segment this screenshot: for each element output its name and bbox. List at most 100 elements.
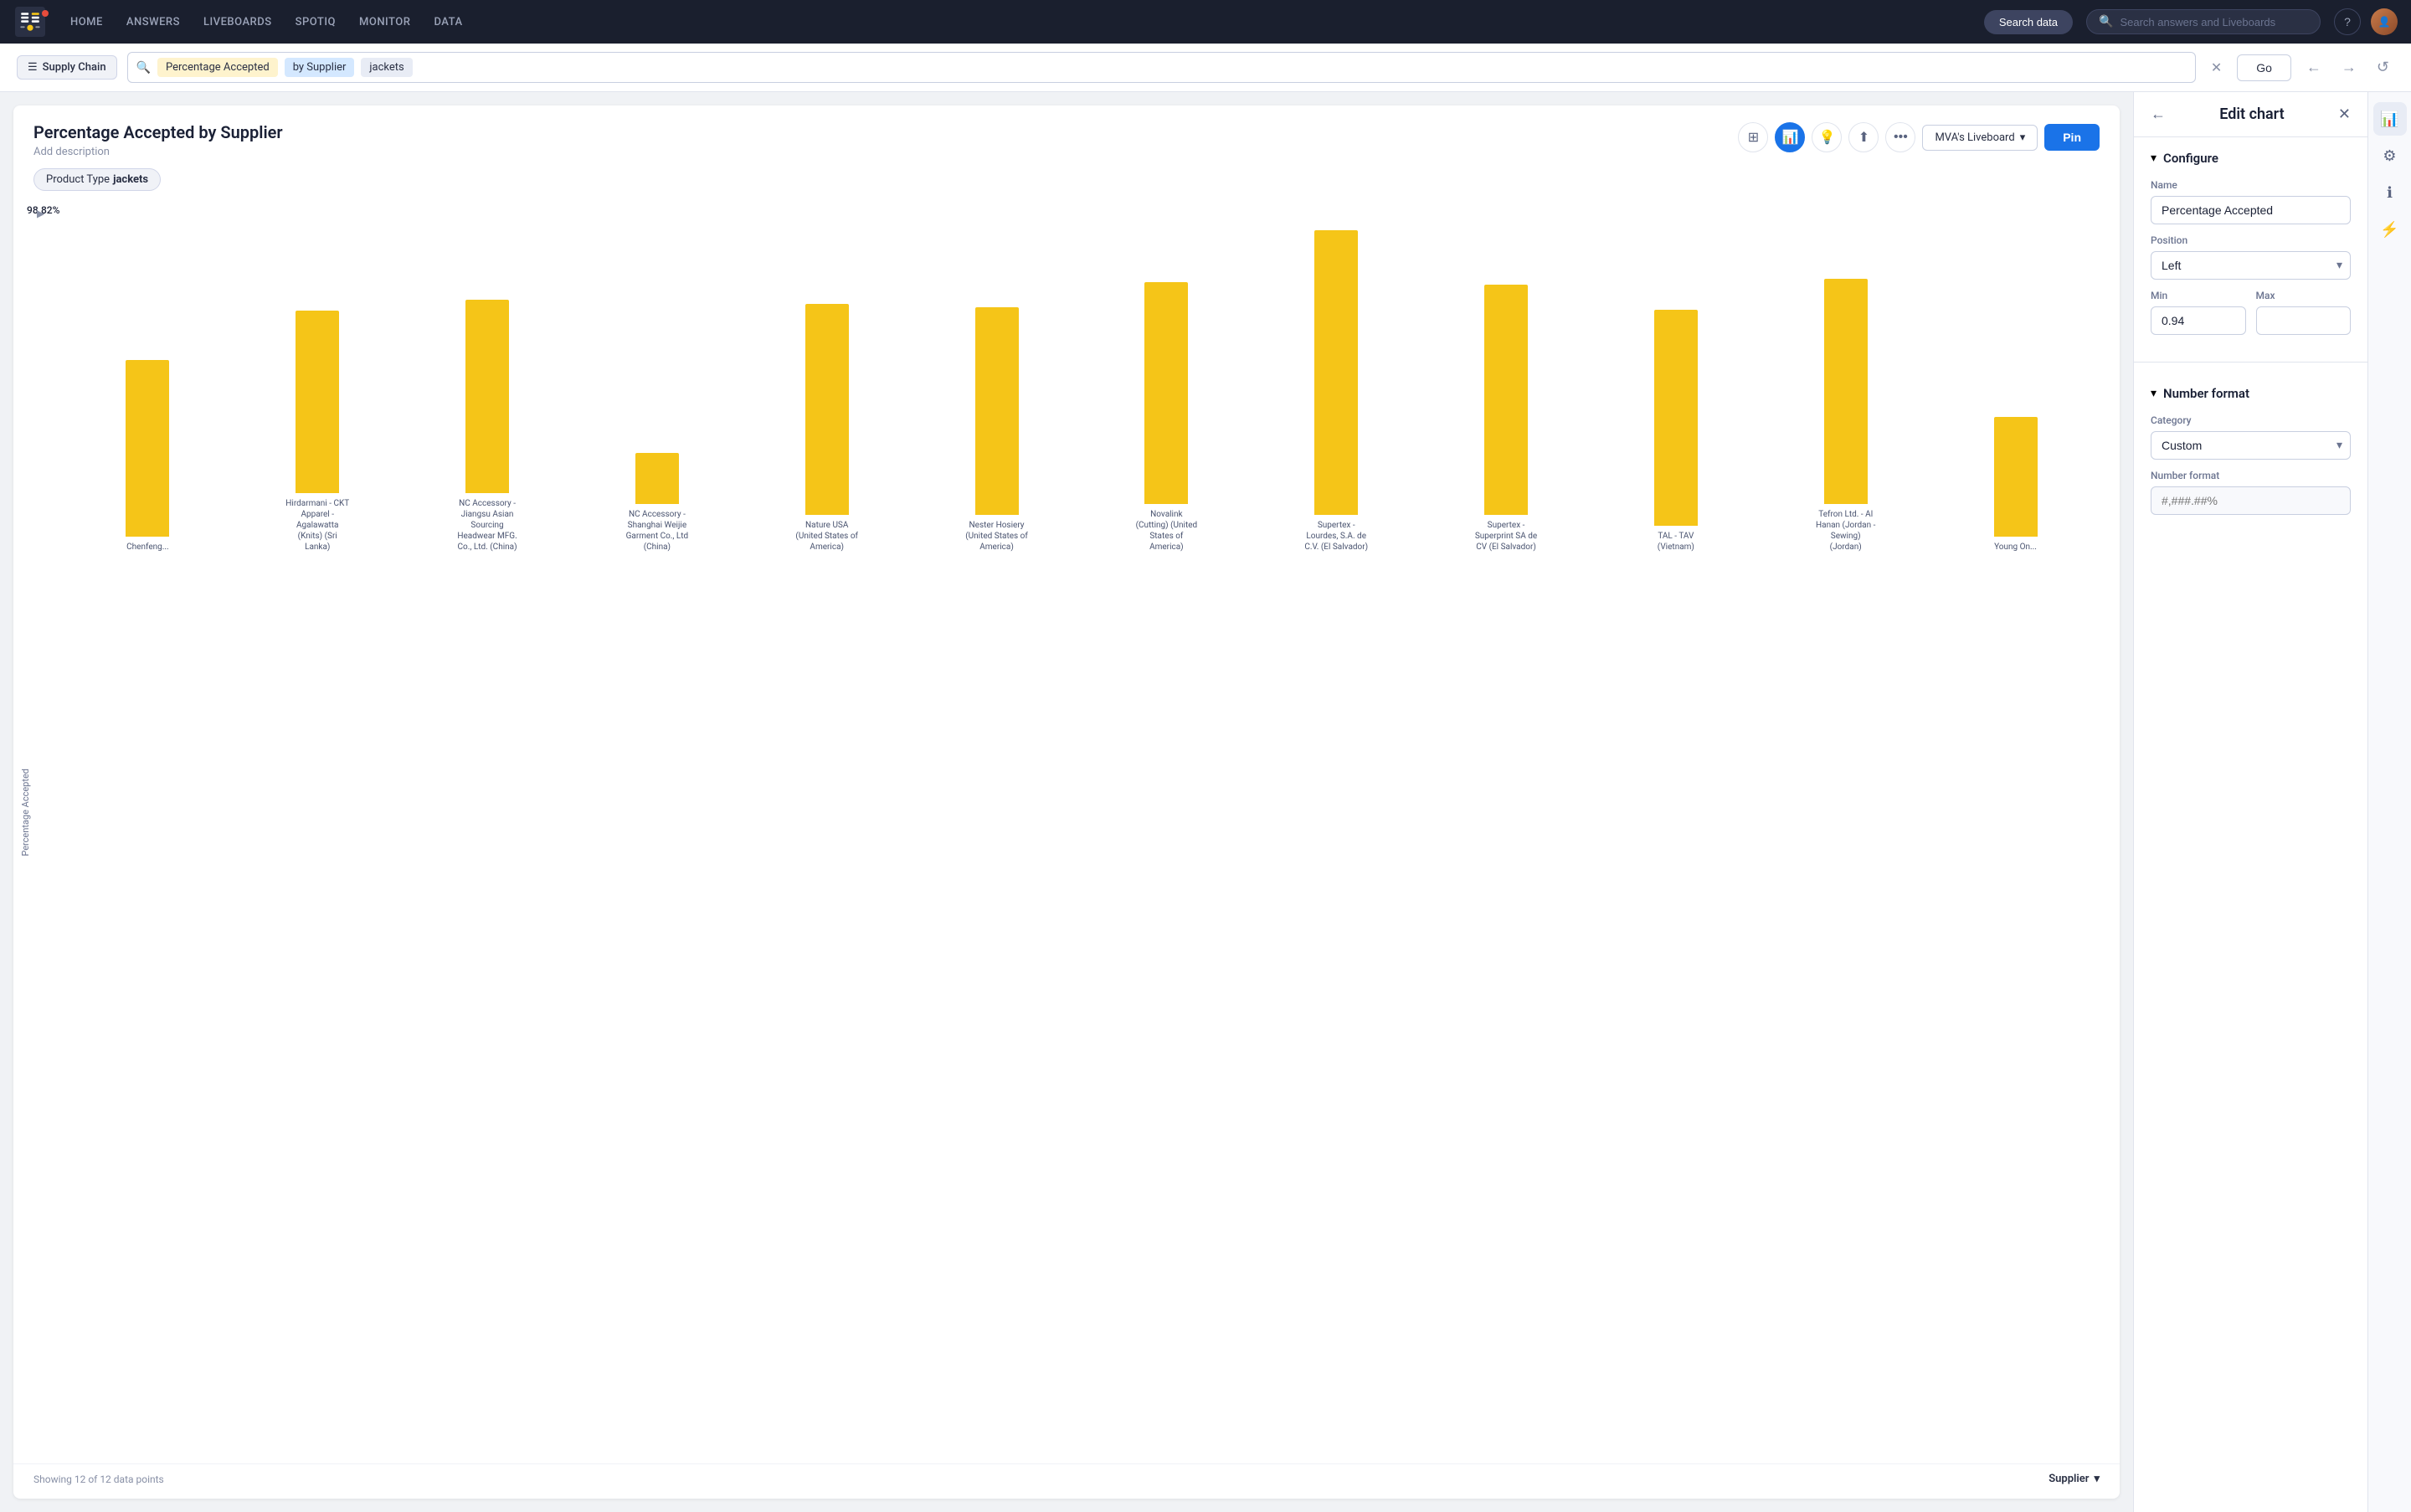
bar-group: Nature USA (United States of America) (743, 218, 911, 553)
table-view-button[interactable]: ⊞ (1738, 122, 1768, 152)
logo-wrapper (13, 5, 54, 39)
panel-title: Edit chart (2219, 105, 2284, 123)
nav-liveboards[interactable]: LIVEBOARDS (193, 11, 282, 33)
nav-data[interactable]: DATA (424, 11, 472, 33)
right-sidebar: 📊 ⚙ ℹ ⚡ (2367, 92, 2411, 1512)
filter-row: Product Type jackets (13, 168, 2120, 201)
configure-section-header[interactable]: ▾ Configure (2134, 137, 2367, 172)
configure-label: Configure (2163, 151, 2218, 166)
filter-tag[interactable]: Product Type jackets (33, 168, 161, 191)
bar-label: Tefron Ltd. - Al Hanan (Jordan - Sewing)… (1814, 509, 1878, 553)
bar[interactable] (805, 304, 849, 515)
topnav-icons: ? 👤 (2334, 8, 2398, 35)
bar-label: Nester Hosiery (United States of America… (965, 520, 1029, 553)
bar-label: NC Accessory - Jiangsu Asian Sourcing He… (455, 498, 519, 553)
chart-config-icon-button[interactable]: 📊 (2373, 102, 2407, 136)
search-pill-jackets[interactable]: jackets (361, 58, 412, 77)
more-options-button[interactable]: ••• (1885, 122, 1915, 152)
chevron-down-icon: ▾ (2020, 131, 2026, 144)
bar[interactable] (1144, 282, 1188, 504)
panel-close-button[interactable]: ✕ (2338, 105, 2351, 123)
chart-container: 98.82% Percentage Accepted ▶ Chenfeng...… (13, 201, 2120, 1457)
number-format-input[interactable] (2151, 486, 2351, 515)
bars-wrapper: Chenfeng... Hirdarmani - CKT Apparel - Ag… (64, 218, 2100, 553)
bar-group: Supertex - Superprint SA de CV (El Salva… (1422, 218, 1591, 553)
y-axis-label: Percentage Accepted (20, 769, 31, 856)
forward-arrow-button[interactable]: → (2336, 55, 2362, 80)
max-col: Max (2256, 290, 2352, 335)
name-input[interactable] (2151, 196, 2351, 224)
bar[interactable] (126, 360, 169, 537)
liveboard-dropdown[interactable]: MVA's Liveboard ▾ (1922, 125, 2038, 151)
chart-footer: Showing 12 of 12 data points Supplier ▾ (13, 1463, 2120, 1499)
bar[interactable] (1654, 310, 1698, 526)
min-label: Min (2151, 290, 2246, 301)
chart-description[interactable]: Add description (33, 146, 283, 158)
max-label: Max (2256, 290, 2352, 301)
refresh-button[interactable]: ↺ (2372, 55, 2394, 80)
nav-home[interactable]: HOME (60, 11, 113, 33)
pin-button[interactable]: Pin (2044, 124, 2100, 151)
number-format-label: Number format (2163, 386, 2249, 401)
number-format-section-header[interactable]: ▾ Number format (2134, 373, 2367, 408)
panel-back-button[interactable]: ← (2151, 105, 2166, 123)
bar[interactable] (975, 307, 1019, 515)
datasource-label: Supply Chain (43, 61, 106, 74)
app-logo[interactable] (13, 5, 47, 39)
bar-label: Chenfeng... (126, 542, 169, 553)
search-data-button[interactable]: Search data (1984, 10, 2073, 34)
bar-group: Hirdarmani - CKT Apparel - Agalawatta (K… (234, 218, 402, 553)
share-button[interactable]: ⬆ (1848, 122, 1879, 152)
filter-prefix: Product Type (46, 173, 110, 186)
category-select[interactable]: Auto Custom Number Percentage Currency (2151, 431, 2351, 460)
list-icon: ☰ (28, 61, 38, 74)
bar-group: Supertex - Lourdes, S.A. de C.V. (El Sal… (1252, 218, 1421, 553)
bar[interactable] (1484, 285, 1528, 515)
bar[interactable] (1314, 230, 1358, 515)
bar[interactable] (635, 453, 679, 504)
chart-view-button[interactable]: 📊 (1775, 122, 1805, 152)
back-arrow-button[interactable]: ← (2301, 55, 2326, 80)
global-search-bar[interactable]: 🔍 (2086, 9, 2321, 34)
settings-icon-button[interactable]: ⚙ (2373, 139, 2407, 172)
expand-icon[interactable]: ▶ (37, 208, 44, 219)
bar[interactable] (1824, 279, 1868, 504)
search-icon: 🔍 (2099, 15, 2113, 28)
edit-chart-panel: ← Edit chart ✕ ▾ Configure Name Position… (2133, 92, 2367, 1512)
bar-label: Supertex - Superprint SA de CV (El Salva… (1474, 520, 1538, 553)
search-pill-supplier[interactable]: by Supplier (285, 58, 355, 77)
datasource-badge[interactable]: ☰ Supply Chain (17, 55, 117, 80)
nav-monitor[interactable]: MONITOR (349, 11, 420, 33)
help-button[interactable]: ? (2334, 8, 2361, 35)
bar[interactable] (1994, 417, 2038, 537)
search-pill-container[interactable]: 🔍 Percentage Accepted by Supplier jacket… (127, 52, 2196, 83)
chevron-down-icon: ▾ (2151, 152, 2157, 165)
divider (2134, 362, 2367, 363)
min-input[interactable] (2151, 306, 2246, 335)
panel-header: ← Edit chart ✕ (2134, 92, 2367, 137)
category-label: Category (2151, 414, 2351, 426)
nav-answers[interactable]: ANSWERS (116, 11, 190, 33)
bar[interactable] (296, 311, 339, 493)
global-search-input[interactable] (2120, 16, 2308, 28)
search-pill-percentage[interactable]: Percentage Accepted (157, 58, 278, 77)
info-icon-button[interactable]: ℹ (2373, 176, 2407, 209)
lightning-icon-button[interactable]: ⚡ (2373, 213, 2407, 246)
nav-spotiq[interactable]: SPOTIQ (285, 11, 346, 33)
position-select[interactable]: Left Right (2151, 251, 2351, 280)
go-button[interactable]: Go (2237, 54, 2291, 81)
y-axis-label-area: Percentage Accepted (13, 201, 37, 1423)
bar-label: Nature USA (United States of America) (795, 520, 859, 553)
bar-group: Chenfeng... (64, 218, 232, 553)
bar[interactable] (465, 300, 509, 493)
x-axis-filter[interactable]: Supplier ▾ (2049, 1473, 2100, 1485)
bar-label: Young On... (1994, 542, 2037, 553)
clear-search-button[interactable]: ✕ (2206, 58, 2227, 78)
data-points-label: Showing 12 of 12 data points (33, 1473, 164, 1485)
avatar[interactable]: 👤 (2371, 8, 2398, 35)
position-label: Position (2151, 234, 2351, 246)
x-axis-filter-icon: ▾ (2094, 1473, 2100, 1485)
max-input[interactable] (2256, 306, 2352, 335)
insights-button[interactable]: 💡 (1812, 122, 1842, 152)
bar-label: Supertex - Lourdes, S.A. de C.V. (El Sal… (1304, 520, 1368, 553)
